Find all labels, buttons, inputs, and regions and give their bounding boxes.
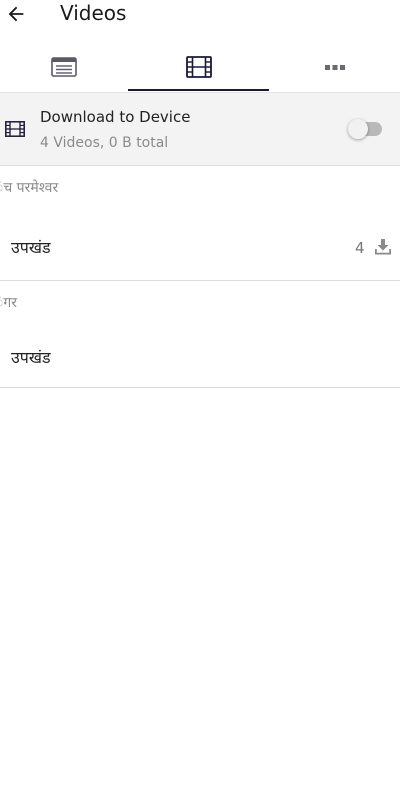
page-title: Videos [60,1,127,25]
tab-list[interactable] [0,44,128,90]
videos-screen: Videos Download to Device 4 Videos, 0 B … [0,0,400,800]
divider [0,387,400,388]
app-header: Videos [0,0,400,30]
list-icon [51,57,77,77]
tab-selected-indicator [128,89,269,91]
more-horizontal-icon [324,65,345,70]
list-item-label: उपखंड [11,238,51,257]
tab-videos[interactable] [128,44,269,90]
download-icon[interactable] [374,238,392,256]
section-header: ंगर [0,295,17,311]
divider [0,280,400,281]
toggle-thumb [348,119,368,139]
film-icon [185,56,212,78]
section-header: ंच परमेश्वर [0,180,59,196]
tab-bar [0,44,400,92]
download-count: 4 [355,239,365,257]
download-title: Download to Device [40,108,191,126]
download-to-device-row[interactable]: Download to Device 4 Videos, 0 B total [0,92,400,166]
film-icon [5,121,25,137]
list-item[interactable]: उपखंड 4 [0,225,400,271]
download-subtitle: 4 Videos, 0 B total [40,135,169,151]
arrow-left-icon [8,6,24,22]
tab-more[interactable] [269,44,400,90]
download-toggle[interactable] [348,119,382,139]
back-button[interactable] [2,0,30,28]
list-item[interactable]: उपखंड [0,335,400,381]
list-item-label: उपखंड [11,348,51,367]
